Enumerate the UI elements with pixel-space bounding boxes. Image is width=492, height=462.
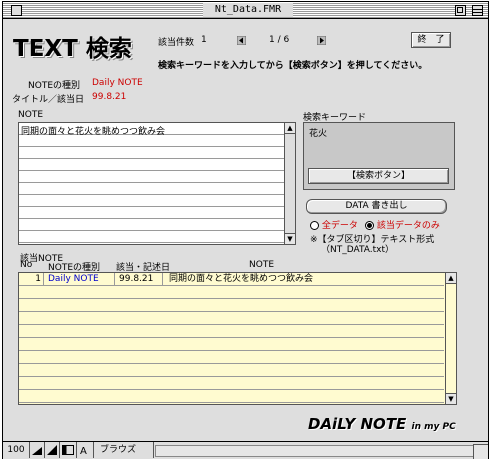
table-row[interactable] bbox=[19, 299, 444, 312]
title-date-value: 99.8.21 bbox=[92, 92, 127, 102]
zoom-box-icon[interactable] bbox=[455, 5, 466, 16]
collapse-box-icon[interactable] bbox=[472, 5, 483, 16]
brand-sub: in my PC bbox=[411, 422, 456, 432]
brand-logo: DAiLY NOTE in my PC bbox=[308, 415, 456, 433]
column-header-note: NOTE bbox=[249, 260, 275, 270]
table-row[interactable] bbox=[19, 325, 444, 338]
status-area-toggle-icon[interactable] bbox=[60, 442, 77, 458]
scroll-down-icon[interactable]: ▼ bbox=[285, 233, 295, 244]
cell-note: 同期の面々と花火を眺めつつ飲み会 bbox=[169, 274, 314, 284]
results-scroll-down-icon[interactable]: ▼ bbox=[446, 393, 456, 404]
table-row[interactable] bbox=[19, 377, 444, 390]
note-scrollbar[interactable]: ▲ ▼ bbox=[284, 123, 295, 244]
cell-no: 1 bbox=[19, 273, 44, 285]
table-row[interactable] bbox=[19, 390, 444, 403]
layout-content: TEXT 検索 該当件数 1 1 / 6 終 了 検索キーワードを入力してから【… bbox=[3, 19, 488, 441]
horizontal-scrollbar[interactable] bbox=[155, 445, 477, 457]
mode-selector[interactable]: ブラウズ bbox=[94, 442, 154, 458]
zoom-out-icon[interactable] bbox=[30, 442, 45, 458]
next-record-icon[interactable] bbox=[317, 36, 326, 45]
resize-handle-icon[interactable] bbox=[473, 444, 488, 459]
table-row[interactable] bbox=[19, 364, 444, 377]
radio-hits-icon[interactable] bbox=[365, 221, 374, 230]
app-logo: TEXT 検索 bbox=[13, 36, 132, 62]
zoom-in-icon[interactable] bbox=[45, 442, 60, 458]
column-header-no: No bbox=[20, 260, 33, 270]
table-row[interactable] bbox=[19, 312, 444, 325]
status-bar: 100 A ブラウズ bbox=[3, 441, 488, 459]
search-button[interactable]: 【検索ボタン】 bbox=[308, 168, 449, 184]
text-style-icon[interactable]: A bbox=[77, 442, 94, 458]
brand-main: DAiLY NOTE bbox=[308, 415, 407, 433]
note-text: 同期の面々と花火を眺めつつ飲み会 bbox=[21, 127, 166, 137]
instruction-text: 検索キーワードを入力してから【検索ボタン】を押してください。 bbox=[158, 61, 428, 71]
previous-record-icon[interactable] bbox=[237, 36, 246, 45]
results-table[interactable]: 1 Daily NOTE 99.8.21 同期の面々と花火を眺めつつ飲み会 ▲ … bbox=[18, 272, 457, 405]
export-option-all[interactable]: 全データ bbox=[310, 218, 358, 231]
table-row[interactable] bbox=[19, 338, 444, 351]
export-option-hits[interactable]: 該当データのみ bbox=[365, 218, 440, 231]
note-type-value: Daily NOTE bbox=[92, 78, 143, 88]
radio-all-icon[interactable] bbox=[310, 221, 319, 230]
table-row[interactable] bbox=[19, 351, 444, 364]
count-value: 1 bbox=[201, 35, 207, 45]
zoom-level[interactable]: 100 bbox=[3, 442, 30, 458]
keyword-value: 花火 bbox=[309, 129, 328, 139]
cell-date: 99.8.21 bbox=[116, 273, 163, 285]
window-title: Nt_Data.FMR bbox=[203, 3, 293, 17]
exit-button[interactable]: 終 了 bbox=[411, 32, 451, 48]
svg-text:A: A bbox=[80, 446, 87, 456]
close-box-icon[interactable] bbox=[11, 5, 22, 16]
results-scrollbar[interactable]: ▲ ▼ bbox=[445, 273, 456, 404]
export-button[interactable]: DATA 書き出し bbox=[306, 199, 447, 214]
app-window: Nt_Data.FMR TEXT 検索 該当件数 1 1 / 6 終 了 検索キ… bbox=[2, 1, 489, 459]
note-textarea[interactable]: 同期の面々と花火を眺めつつ飲み会 ▲ ▼ bbox=[18, 122, 296, 245]
table-row[interactable]: 1 Daily NOTE 99.8.21 同期の面々と花火を眺めつつ飲み会 bbox=[19, 273, 444, 286]
note-type-label: NOTEの種別 bbox=[28, 81, 81, 91]
export-option-hits-label: 該当データのみ bbox=[376, 221, 440, 231]
note-label: NOTE bbox=[18, 110, 44, 120]
title-date-label: タイトル／該当日 bbox=[12, 95, 85, 105]
export-option-all-label: 全データ bbox=[321, 221, 358, 231]
scroll-up-icon[interactable]: ▲ bbox=[285, 123, 295, 134]
export-note-line2: （NT_DATA.txt） bbox=[321, 245, 395, 255]
results-scroll-up-icon[interactable]: ▲ bbox=[446, 273, 456, 284]
title-bar[interactable]: Nt_Data.FMR bbox=[3, 2, 488, 19]
table-row[interactable] bbox=[19, 286, 444, 299]
record-position: 1 / 6 bbox=[269, 35, 290, 45]
cell-type: Daily NOTE bbox=[45, 273, 115, 285]
count-label: 該当件数 bbox=[158, 38, 195, 48]
